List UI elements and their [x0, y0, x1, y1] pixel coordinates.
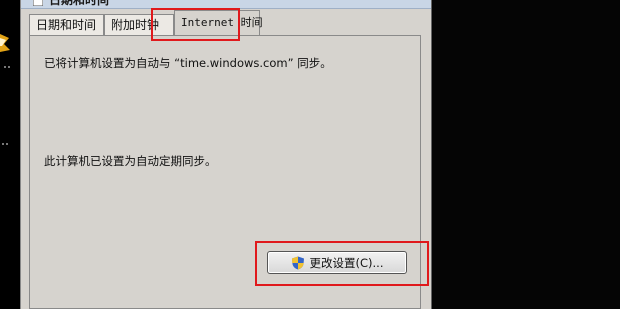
tab-internet-time[interactable]: Internet 时间 — [174, 10, 263, 36]
title-bar[interactable]: 日期和时间 — [21, 0, 431, 9]
tab-date-time[interactable]: 日期和时间 — [29, 14, 104, 35]
desktop-shortcut-icon[interactable] — [0, 30, 12, 52]
window-title: 日期和时间 — [49, 0, 110, 7]
change-settings-button[interactable]: 更改设置(C)... — [267, 251, 407, 274]
desktop-background — [0, 0, 20, 309]
calendar-icon — [33, 0, 43, 6]
date-time-dialog: 日期和时间 日期和时间 附加时钟 Internet 时间 已将计算机设置为自动与… — [20, 0, 432, 309]
schedule-status-text: 此计算机已设置为自动定期同步。 — [44, 154, 217, 168]
sync-status-text: 已将计算机设置为自动与 “time.windows.com” 同步。 — [44, 56, 332, 70]
change-settings-label: 更改设置(C)... — [309, 255, 384, 270]
tab-additional-clocks[interactable]: 附加时钟 — [104, 14, 174, 35]
uac-shield-icon — [291, 256, 304, 269]
tab-content-panel: 已将计算机设置为自动与 “time.windows.com” 同步。 此计算机已… — [29, 35, 421, 309]
